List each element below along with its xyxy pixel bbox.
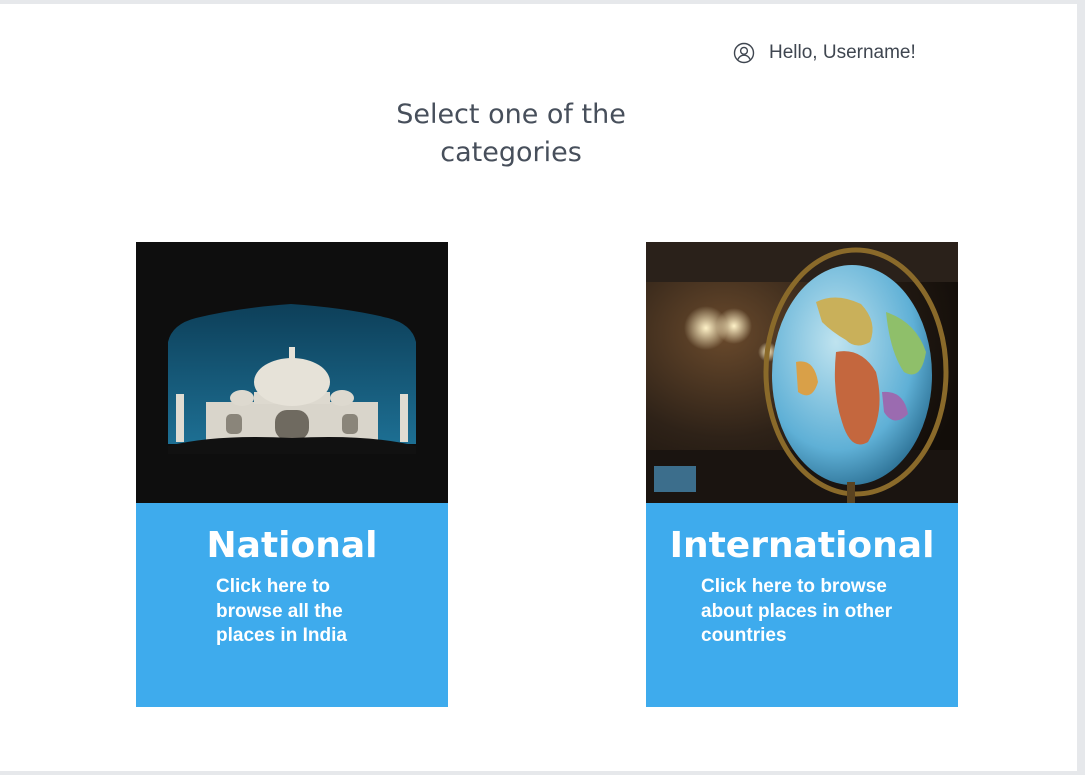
- greeting-text: Hello, Username!: [769, 42, 916, 63]
- page-heading: Select one of the categories: [396, 99, 626, 168]
- international-card-body: International Click here to browse about…: [646, 503, 958, 707]
- national-card[interactable]: National Click here to browse all the pl…: [136, 242, 448, 707]
- international-card[interactable]: International Click here to browse about…: [646, 242, 958, 707]
- globe-photo: [646, 242, 958, 503]
- page-frame: Hello, Username! Select one of the categ…: [0, 4, 1077, 771]
- taj-mahal-photo: [136, 242, 448, 503]
- international-title: International: [669, 525, 935, 566]
- national-description: Click here to browse all the places in I…: [216, 576, 347, 646]
- user-greeting[interactable]: Hello, Username!: [733, 40, 916, 66]
- international-description: Click here to browse about places in oth…: [701, 576, 893, 646]
- user-circle-icon: [733, 42, 755, 64]
- national-card-body: National Click here to browse all the pl…: [136, 503, 448, 707]
- national-title: National: [206, 525, 378, 566]
